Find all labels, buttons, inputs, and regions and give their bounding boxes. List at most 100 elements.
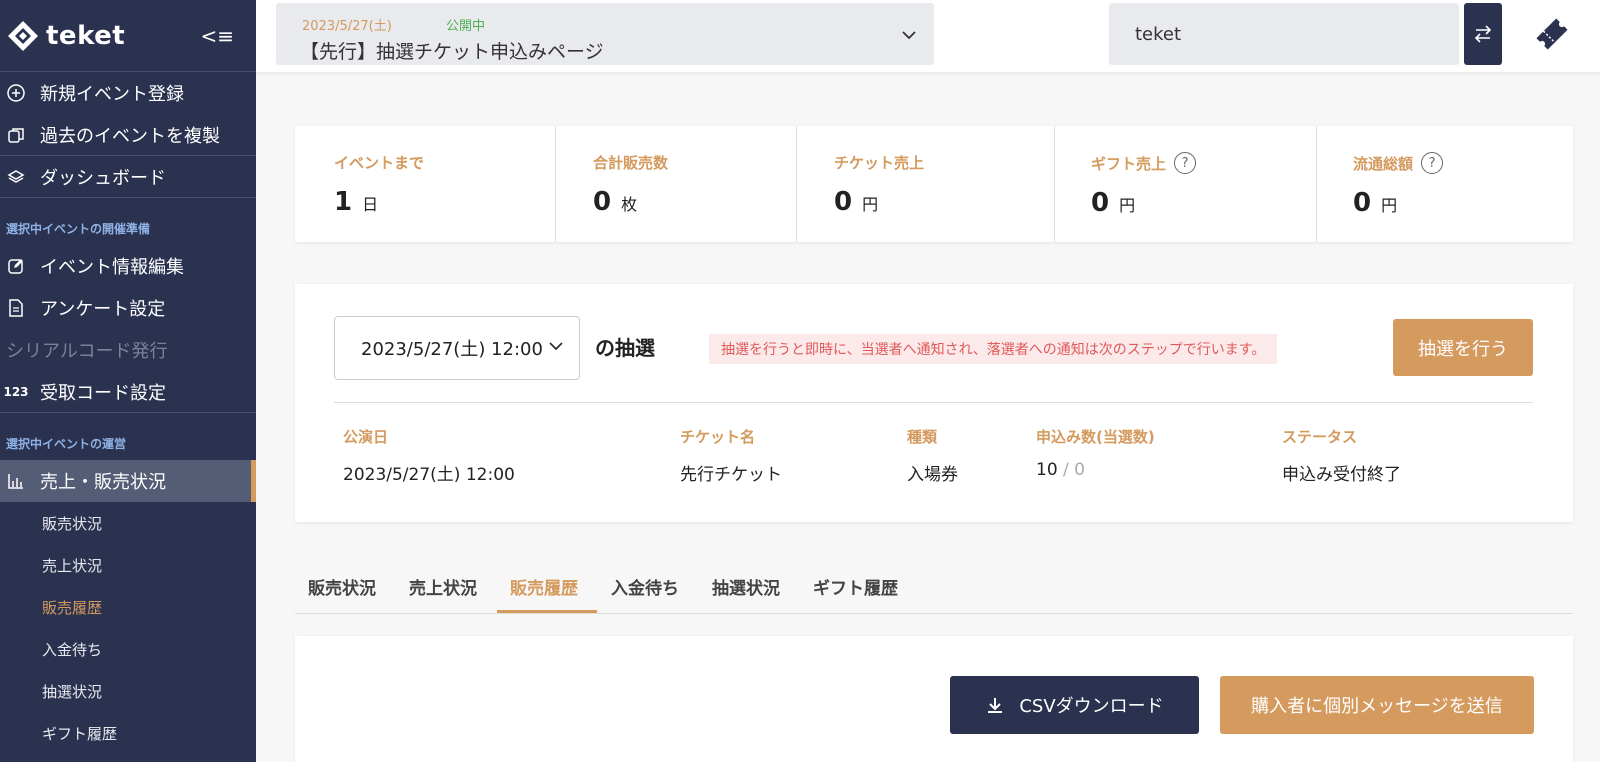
sub-item-sales[interactable]: 販売状況 — [0, 502, 256, 544]
stat-days-until-event: イベントまで 1日 — [295, 126, 555, 242]
stat-value: 0円 — [834, 187, 1054, 217]
nav-dashboard[interactable]: ダッシュボード — [0, 156, 256, 198]
nav-serial-code: シリアルコード発行 — [0, 329, 256, 371]
stat-label-row: ギフト売上? — [1091, 152, 1316, 174]
nav-survey-settings[interactable]: アンケート設定 — [0, 287, 256, 329]
stat-number: 0 — [593, 187, 612, 217]
stat-value: 0円 — [1353, 188, 1573, 218]
numbers-icon: 123 — [3, 384, 29, 399]
stat-number: 0 — [1353, 188, 1372, 218]
sales-tabs: 販売状況 売上状況 販売履歴 入金待ち 抽選状況 ギフト履歴 — [295, 560, 1573, 614]
performance-date-value: 2023/5/27(土) 12:00 — [361, 339, 543, 360]
csv-download-label: CSVダウンロード — [1019, 696, 1164, 717]
topbar: 2023/5/27(土) 公開中 【先行】抽選チケット申込みページ teket — [256, 0, 1600, 72]
cell-type: 入場券 — [907, 465, 958, 485]
nav-survey-settings-label: アンケート設定 — [40, 299, 166, 320]
nav-receive-code-label: 受取コード設定 — [40, 382, 166, 404]
tab-revenue[interactable]: 売上状況 — [409, 574, 477, 599]
stat-total-sales: 合計販売数 0枚 — [555, 126, 796, 242]
col-header-ticket: チケット名 — [680, 428, 756, 446]
teket-logo-icon — [8, 20, 38, 51]
sidebar: teket <≡ 新規イベント登録 過去のイベントを複製 ダッシュボード 選択中… — [0, 0, 256, 762]
lottery-notice: 抽選を行うと即時に、当選者へ通知され、落選者への通知は次のステップで行います。 — [709, 334, 1278, 364]
sub-item-gift-history[interactable]: ギフト履歴 — [0, 712, 256, 754]
send-message-button[interactable]: 購入者に個別メッセージを送信 — [1220, 676, 1534, 734]
nav-sales-status-label: 売上・販売状況 — [40, 472, 166, 493]
sub-item-revenue[interactable]: 売上状況 — [0, 544, 256, 586]
help-icon[interactable]: ? — [1174, 152, 1197, 174]
tab-lottery[interactable]: 抽選状況 — [712, 574, 780, 599]
tab-sales[interactable]: 販売状況 — [308, 574, 376, 599]
section-prep-heading: 選択中イベントの開催準備 — [6, 222, 151, 236]
col-header-applications: 申込み数(当選数) — [1036, 428, 1155, 446]
sub-item-lottery[interactable]: 抽選状況 — [0, 670, 256, 712]
event-selector[interactable]: 2023/5/27(土) 公開中 【先行】抽選チケット申込みページ — [276, 3, 934, 65]
stat-number: 0 — [1091, 188, 1110, 218]
sub-item-pending-payment[interactable]: 入金待ち — [0, 628, 256, 670]
event-status: 公開中 — [446, 19, 486, 34]
swap-organizer-button[interactable] — [1464, 3, 1502, 65]
col-header-status: ステータス — [1282, 428, 1358, 446]
nav-receive-code[interactable]: 123 受取コード設定 — [0, 371, 256, 413]
nav-serial-code-label: シリアルコード発行 — [6, 341, 168, 362]
stat-gross-volume: 流通総額? 0円 — [1316, 126, 1573, 242]
applied-count: 10 — [1036, 460, 1058, 480]
download-icon — [988, 698, 1003, 713]
stat-number: 0 — [834, 187, 853, 217]
col-header-type: 種類 — [907, 428, 938, 446]
chevron-down-icon — [902, 25, 916, 44]
stat-label-row: 流通総額? — [1353, 152, 1573, 174]
cell-date: 2023/5/27(土) 12:00 — [343, 465, 515, 485]
cell-status: 申込み受付終了 — [1282, 465, 1401, 485]
sub-item-history[interactable]: 販売履歴 — [0, 586, 256, 628]
stat-ticket-revenue: チケット売上 0円 — [796, 126, 1054, 242]
stat-unit: 円 — [862, 195, 879, 214]
tab-pending-payment[interactable]: 入金待ち — [611, 574, 679, 599]
stat-unit: 円 — [1119, 196, 1136, 215]
ticket-icon[interactable] — [1532, 14, 1572, 54]
stat-value: 0円 — [1091, 188, 1316, 218]
tab-history[interactable]: 販売履歴 — [510, 574, 578, 599]
nav-duplicate-event-label: 過去のイベントを複製 — [40, 125, 220, 147]
won-count: / 0 — [1057, 460, 1085, 480]
event-name: 【先行】抽選チケット申込みページ — [300, 41, 604, 63]
active-tab-indicator — [497, 610, 597, 613]
stat-label: 合計販売数 — [593, 154, 669, 172]
nav-duplicate-event[interactable]: 過去のイベントを複製 — [0, 114, 256, 156]
swap-icon — [1474, 25, 1492, 43]
csv-download-button[interactable]: CSVダウンロード — [950, 676, 1199, 734]
stat-gift-revenue: ギフト売上? 0円 — [1054, 126, 1316, 242]
logo-row: teket <≡ — [0, 0, 256, 72]
organizer-selector[interactable]: teket — [1109, 3, 1459, 65]
lottery-card: 2023/5/27(土) 12:00 の抽選 抽選を行うと即時に、当選者へ通知さ… — [295, 284, 1573, 522]
section-ops-heading: 選択中イベントの運営 — [6, 437, 127, 451]
stat-value: 1日 — [334, 187, 555, 217]
copy-icon — [6, 126, 26, 144]
run-lottery-button[interactable]: 抽選を行う — [1393, 319, 1533, 376]
nav-sales-status[interactable]: 売上・販売状況 — [0, 460, 256, 502]
nav-edit-event[interactable]: イベント情報編集 — [0, 245, 256, 287]
organizer-name: teket — [1135, 23, 1182, 45]
cell-ticket: 先行チケット — [680, 465, 782, 485]
document-icon — [6, 299, 26, 317]
layers-icon — [6, 168, 26, 186]
teket-logo[interactable]: teket — [6, 19, 125, 53]
bar-chart-icon — [6, 472, 26, 490]
logo-text: teket — [46, 20, 126, 51]
collapse-menu-icon[interactable]: <≡ — [200, 24, 234, 48]
tab-gift-history[interactable]: ギフト履歴 — [813, 574, 898, 599]
performance-date-select[interactable]: 2023/5/27(土) 12:00 — [334, 316, 580, 380]
stat-label: 流通総額 — [1353, 154, 1414, 173]
stat-label: ギフト売上 — [1091, 154, 1167, 173]
event-date: 2023/5/27(土) — [302, 19, 392, 34]
chevron-down-icon — [549, 337, 563, 355]
nav-new-event[interactable]: 新規イベント登録 — [0, 72, 256, 114]
plus-circle-icon — [6, 84, 26, 102]
stat-unit: 日 — [362, 195, 379, 214]
nav-dashboard-label: ダッシュボード — [40, 167, 166, 189]
stat-unit: 円 — [1381, 196, 1398, 215]
divider — [334, 402, 1533, 403]
stats-card: イベントまで 1日 合計販売数 0枚 チケット売上 0円 ギフト売上? 0円 流… — [295, 126, 1573, 242]
help-icon[interactable]: ? — [1421, 152, 1444, 174]
edit-icon — [6, 257, 26, 275]
